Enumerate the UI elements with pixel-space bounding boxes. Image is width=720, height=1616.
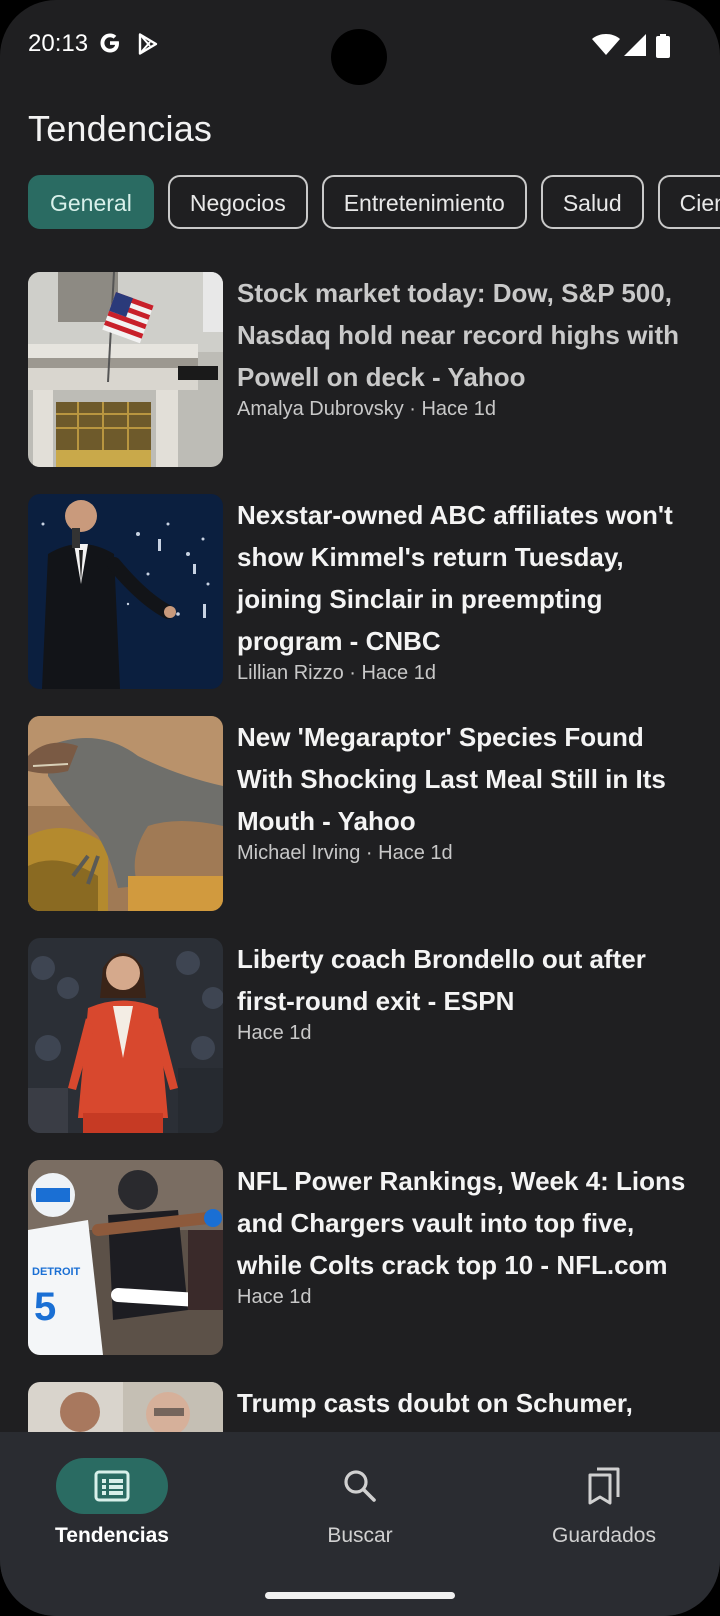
news-thumbnail bbox=[28, 494, 223, 689]
news-text: NFL Power Rankings, Week 4: Lions and Ch… bbox=[237, 1160, 697, 1312]
nav-active-indicator bbox=[56, 1458, 168, 1514]
stage-image bbox=[28, 494, 223, 689]
chip-salud[interactable]: Salud bbox=[540, 175, 644, 229]
news-headline: Nexstar-owned ABC affiliates won't show … bbox=[237, 500, 673, 656]
news-meta: Amalya Dubrovsky · Hace 1d bbox=[237, 398, 496, 420]
coach-image bbox=[28, 938, 223, 1133]
nav-buscar[interactable]: Buscar bbox=[260, 1458, 460, 1558]
status-bar: 20:13 bbox=[0, 0, 720, 90]
news-text: Liberty coach Brondello out after first-… bbox=[237, 938, 697, 1048]
battery-icon bbox=[656, 34, 670, 58]
football-image: DETROIT 5 bbox=[28, 1160, 223, 1355]
dinosaur-image bbox=[28, 716, 223, 911]
news-headline: Liberty coach Brondello out after first-… bbox=[237, 944, 646, 1016]
news-thumbnail bbox=[28, 716, 223, 911]
news-text: Trump casts doubt on Schumer, bbox=[237, 1382, 697, 1424]
search-icon bbox=[344, 1470, 376, 1502]
news-meta: Michael Irving · Hace 1d bbox=[237, 842, 453, 864]
page-title: Tendencias bbox=[28, 108, 213, 149]
nav-label: Buscar bbox=[327, 1524, 393, 1547]
bookmarks-icon bbox=[588, 1467, 620, 1505]
stock-exchange-image bbox=[28, 272, 223, 467]
news-headline: Trump casts doubt on Schumer, bbox=[237, 1388, 633, 1418]
news-item[interactable]: Trump casts doubt on Schumer, bbox=[28, 1382, 700, 1432]
news-thumbnail bbox=[28, 1382, 223, 1432]
svg-text:5: 5 bbox=[34, 1285, 56, 1329]
news-thumbnail: DETROIT 5 bbox=[28, 1160, 223, 1355]
nav-label: Tendencias bbox=[55, 1524, 169, 1547]
nav-guardados[interactable]: Guardados bbox=[504, 1458, 704, 1558]
chip-negocios[interactable]: Negocios bbox=[167, 175, 308, 229]
signal-icon bbox=[624, 34, 646, 56]
play-store-icon bbox=[138, 33, 158, 55]
chip-entretenimiento[interactable]: Entretenimiento bbox=[321, 175, 527, 229]
news-list-icon bbox=[94, 1470, 130, 1502]
news-headline: Stock market today: Dow, S&P 500, Nasdaq… bbox=[237, 278, 680, 392]
news-item[interactable]: Nexstar-owned ABC affiliates won't show … bbox=[28, 494, 700, 690]
home-indicator[interactable] bbox=[265, 1592, 455, 1599]
news-meta: Lillian Rizzo · Hace 1d bbox=[237, 662, 436, 684]
chip-ciencia[interactable]: Ciencia bbox=[657, 175, 720, 229]
bottom-navigation: Tendencias Buscar Guardados bbox=[0, 1432, 720, 1616]
news-item[interactable]: Liberty coach Brondello out after first-… bbox=[28, 938, 700, 1134]
category-chips: GeneralNegociosEntretenimientoSaludCienc… bbox=[28, 175, 720, 231]
wifi-icon bbox=[592, 34, 620, 55]
portrait-image bbox=[28, 1382, 223, 1432]
nav-icon-container bbox=[548, 1458, 660, 1514]
news-headline: New 'Megaraptor' Species Found With Shoc… bbox=[237, 722, 666, 836]
nav-label: Guardados bbox=[552, 1524, 656, 1547]
nav-tendencias[interactable]: Tendencias bbox=[12, 1458, 212, 1558]
news-thumbnail bbox=[28, 272, 223, 467]
news-headline: NFL Power Rankings, Week 4: Lions and Ch… bbox=[237, 1166, 686, 1280]
news-thumbnail bbox=[28, 938, 223, 1133]
news-text: New 'Megaraptor' Species Found With Shoc… bbox=[237, 716, 697, 868]
svg-text:DETROIT: DETROIT bbox=[32, 1266, 81, 1278]
news-item[interactable]: New 'Megaraptor' Species Found With Shoc… bbox=[28, 716, 700, 912]
news-list: Stock market today: Dow, S&P 500, Nasdaq… bbox=[0, 272, 720, 1432]
news-meta: Hace 1d bbox=[237, 1286, 312, 1308]
phone-screen: 20:13 Tendencias General Negocios Entreten… bbox=[0, 0, 720, 1616]
news-item[interactable]: Stock market today: Dow, S&P 500, Nasdaq… bbox=[28, 272, 700, 468]
news-item[interactable]: DETROIT 5 NFL Power Rankings, Week 4: Li… bbox=[28, 1160, 700, 1356]
status-time: 20:13 bbox=[28, 30, 89, 57]
news-text: Nexstar-owned ABC affiliates won't show … bbox=[237, 494, 697, 688]
camera-cutout bbox=[331, 29, 387, 85]
google-icon bbox=[100, 33, 119, 53]
nav-icon-container bbox=[304, 1458, 416, 1514]
chip-general[interactable]: General bbox=[28, 175, 154, 229]
news-meta: Hace 1d bbox=[237, 1022, 312, 1044]
news-text: Stock market today: Dow, S&P 500, Nasdaq… bbox=[237, 272, 697, 424]
